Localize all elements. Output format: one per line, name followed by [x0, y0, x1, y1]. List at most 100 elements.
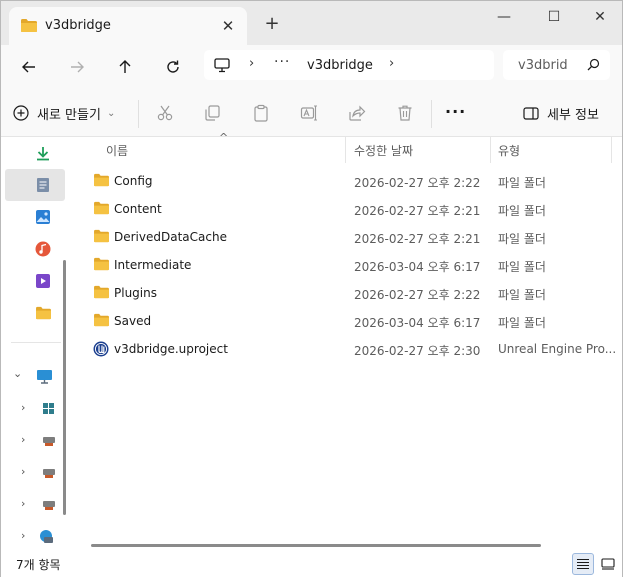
file-row[interactable]: Plugins 2026-02-27 오후 2:22 파일 폴더 — [77, 279, 622, 307]
minimize-button[interactable]: — — [490, 7, 518, 27]
item-count: 7개 항목 — [16, 558, 61, 572]
new-button-label: 새로 만들기 — [37, 107, 101, 123]
folder-icon — [93, 313, 110, 330]
refresh-icon — [167, 60, 179, 73]
new-button[interactable]: 새로 만들기 ⌄ — [13, 100, 115, 126]
file-type: 파일 폴더 — [498, 232, 546, 246]
column-divider[interactable] — [490, 137, 491, 163]
file-row[interactable]: Config 2026-02-27 오후 2:22 파일 폴더 — [77, 167, 622, 195]
file-name: v3dbridge.uproject — [114, 342, 228, 356]
close-tab-button[interactable]: ✕ — [219, 17, 237, 35]
maximize-button[interactable]: ☐ — [540, 7, 568, 27]
status-bar: 7개 항목 — [1, 549, 622, 577]
close-window-button[interactable]: ✕ — [586, 7, 614, 27]
command-bar: 새로 만들기 ⌄ ··· 세부 정보 — [1, 90, 622, 137]
network-icon[interactable] — [36, 526, 56, 546]
file-row[interactable]: Intermediate 2026-03-04 오후 6:17 파일 폴더 — [77, 251, 622, 279]
nav-divider — [11, 342, 61, 343]
file-name: Content — [114, 202, 162, 216]
refresh-button[interactable] — [159, 53, 187, 81]
column-divider[interactable] — [345, 137, 346, 163]
share-icon[interactable] — [347, 103, 367, 123]
address-bar[interactable]: › ··· v3dbridge › — [204, 50, 494, 80]
file-type: 파일 폴더 — [498, 316, 546, 330]
divider — [138, 100, 139, 128]
file-date: 2026-02-27 오후 2:22 — [354, 288, 481, 302]
preview-view-icon — [601, 558, 615, 570]
search-box[interactable]: v3dbrid — [503, 50, 610, 80]
chevron-down-icon: ⌄ — [106, 107, 116, 119]
navigation-pane: ⌄ › › › › › — [1, 137, 68, 546]
chevron-down-icon[interactable]: ⌄ — [13, 367, 22, 380]
file-row[interactable]: Saved 2026-03-04 오후 6:17 파일 폴더 — [77, 307, 622, 335]
title-bar: v3dbridge ✕ + — ☐ ✕ — [1, 1, 622, 45]
chevron-right-icon[interactable]: › — [21, 401, 25, 414]
folder-icon[interactable] — [33, 303, 53, 323]
computer-icon[interactable] — [214, 58, 230, 76]
tab-v3dbridge[interactable]: v3dbridge ✕ — [9, 7, 247, 45]
chevron-right-icon[interactable]: › — [21, 529, 25, 542]
music-icon[interactable] — [33, 239, 53, 259]
forward-button[interactable] — [63, 53, 91, 81]
file-type: 파일 폴더 — [498, 260, 546, 274]
file-name: Plugins — [114, 286, 157, 300]
pictures-icon[interactable] — [33, 207, 53, 227]
details-view-button[interactable] — [572, 553, 594, 575]
search-icon[interactable] — [587, 58, 600, 74]
file-name: Config — [114, 174, 153, 188]
details-button[interactable]: 세부 정보 — [523, 104, 599, 123]
documents-icon[interactable] — [33, 175, 53, 195]
column-header-date[interactable]: 수정한 날짜 — [354, 137, 413, 163]
nav-scrollbar[interactable] — [63, 260, 66, 515]
network-drive-icon[interactable] — [39, 431, 59, 451]
chevron-right-icon[interactable]: › — [389, 56, 394, 71]
column-header-name[interactable]: 이름 — [106, 137, 128, 163]
plus-circle-icon — [13, 105, 29, 121]
arrow-left-icon — [22, 61, 35, 73]
file-date: 2026-02-27 오후 2:30 — [354, 344, 481, 358]
sort-up-icon: ^ — [219, 131, 229, 144]
chevron-right-icon[interactable]: › — [249, 56, 254, 71]
search-input[interactable]: v3dbrid — [518, 58, 568, 73]
file-row[interactable]: v3dbridge.uproject 2026-02-27 오후 2:30 Un… — [77, 335, 622, 363]
navigation-bar: › ··· v3dbridge › v3dbrid — [1, 45, 622, 90]
details-pane-icon — [523, 107, 539, 120]
copy-icon[interactable] — [202, 103, 222, 123]
new-tab-button[interactable]: + — [263, 15, 281, 33]
file-list: ^ 이름 수정한 날짜 유형 Config 2026-02-27 오후 2:22… — [77, 131, 622, 547]
back-button[interactable] — [15, 53, 43, 81]
tab-title: v3dbridge — [45, 18, 111, 33]
folder-icon — [20, 18, 38, 36]
divider — [431, 100, 432, 128]
folder-icon — [93, 285, 110, 302]
horizontal-scrollbar[interactable] — [91, 544, 541, 547]
more-options-button[interactable]: ··· — [445, 102, 466, 121]
videos-icon[interactable] — [33, 271, 53, 291]
network-drive-icon[interactable] — [39, 463, 59, 483]
cut-icon[interactable] — [155, 103, 175, 123]
this-pc-icon[interactable] — [34, 366, 54, 386]
file-type: Unreal Engine Pro... — [498, 342, 617, 356]
downloads-icon[interactable] — [33, 143, 53, 163]
paste-icon[interactable] — [251, 103, 271, 123]
chevron-right-icon[interactable]: › — [21, 497, 25, 510]
column-header-type[interactable]: 유형 — [498, 137, 520, 163]
rename-icon[interactable] — [299, 103, 319, 123]
breadcrumb-overflow[interactable]: ··· — [274, 54, 290, 70]
up-button[interactable] — [111, 53, 139, 81]
delete-icon[interactable] — [395, 103, 415, 123]
breadcrumb-v3dbridge[interactable]: v3dbridge — [307, 58, 373, 73]
chevron-right-icon[interactable]: › — [21, 465, 25, 478]
arrow-up-icon — [119, 60, 131, 73]
drive-icon[interactable] — [39, 399, 59, 419]
chevron-right-icon[interactable]: › — [21, 433, 25, 446]
column-divider[interactable] — [611, 137, 612, 163]
tiles-view-button[interactable] — [597, 553, 619, 575]
file-row[interactable]: Content 2026-02-27 오후 2:21 파일 폴더 — [77, 195, 622, 223]
network-drive-icon[interactable] — [39, 495, 59, 515]
file-row[interactable]: DerivedDataCache 2026-02-27 오후 2:21 파일 폴… — [77, 223, 622, 251]
file-date: 2026-02-27 오후 2:22 — [354, 176, 481, 190]
file-type: 파일 폴더 — [498, 204, 546, 218]
folder-icon — [93, 229, 110, 246]
file-explorer-window: v3dbridge ✕ + — ☐ ✕ › ··· v3dbridge › v3… — [0, 0, 623, 577]
